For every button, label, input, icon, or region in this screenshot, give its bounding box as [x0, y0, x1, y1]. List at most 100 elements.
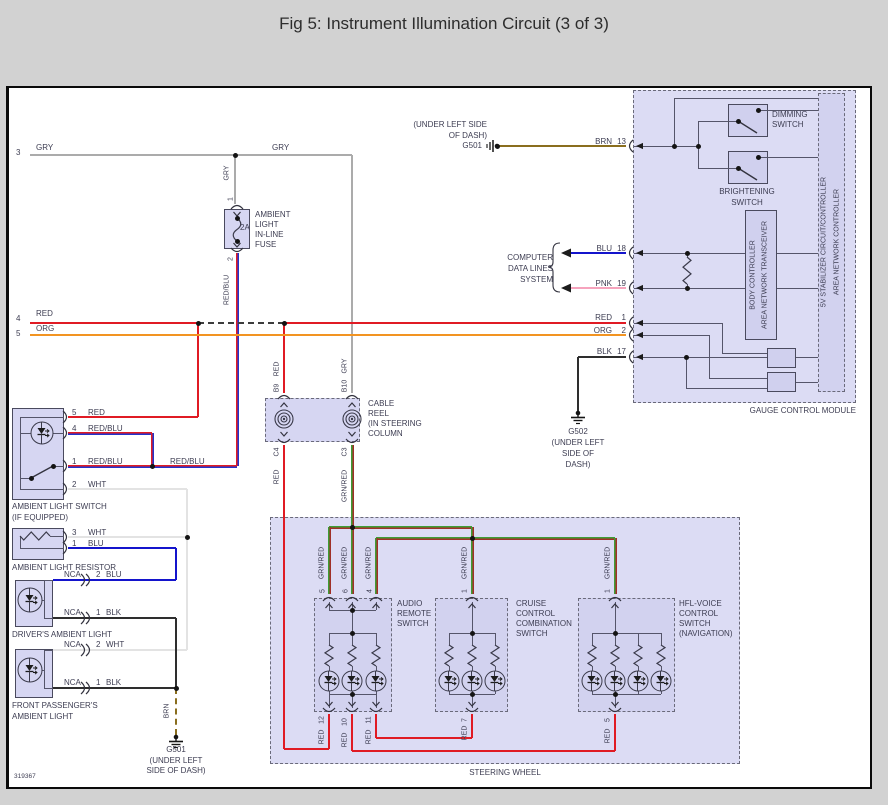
- label-cruise_switch-name3: COMBINATION: [516, 620, 572, 628]
- label-ambient_switch-pin1_wire: RED/BLU: [170, 458, 205, 466]
- label-fuse-rating: 2A: [240, 224, 250, 232]
- connector-arc-icon: [630, 329, 634, 341]
- led-icon: [651, 671, 671, 691]
- connector-arc-icon: [86, 682, 90, 694]
- junction-dot: [470, 536, 475, 541]
- label-module-bri2: SWITCH: [731, 199, 763, 207]
- label-audio_switch-name2: REMOTE: [397, 610, 431, 618]
- label-g502-name: G502: [568, 428, 588, 436]
- junction-dot: [350, 631, 355, 636]
- junction-dot: [685, 251, 690, 256]
- label-g501_top-loc2: OF DASH): [449, 132, 487, 140]
- junction-dot: [51, 464, 56, 469]
- label-audio_switch-p10: 10: [341, 718, 348, 726]
- connector-arc-icon: [231, 248, 243, 252]
- arrow-icon: [612, 702, 619, 706]
- connector-arc-icon: [63, 427, 67, 439]
- label-ambient_switch-name2: (IF EQUIPPED): [12, 514, 68, 522]
- label-hfl_switch-p1: 1: [604, 589, 611, 593]
- label-fuse-wire_bottom: RED/BLU: [223, 275, 230, 305]
- label-fuse-name3: IN-LINE: [255, 231, 283, 239]
- label-ambient_resistor-pin3: 3: [72, 529, 76, 537]
- label-audio_switch-w5: GRN/RED: [318, 547, 325, 579]
- label-module-dim1: DIMMING: [772, 111, 808, 119]
- label-ambient_switch-name1: AMBIENT LIGHT SWITCH: [12, 503, 107, 511]
- label-steering-name: STEERING WHEEL: [469, 769, 541, 777]
- label-sheet_number: 319367: [14, 774, 36, 781]
- connector-arc-icon: [81, 644, 85, 656]
- led-icon: [582, 671, 602, 691]
- connector-arc-icon: [346, 439, 358, 443]
- arrow-icon: [469, 604, 476, 608]
- connector-arc-icon: [63, 483, 67, 495]
- connector-arc-icon: [81, 574, 85, 586]
- junction-dot: [350, 692, 355, 697]
- label-hfl_switch-p5: 5: [604, 718, 611, 722]
- label-fuse-pin1: 1: [227, 197, 234, 201]
- connector-arc-icon: [630, 282, 634, 294]
- coil-spiral-icon: [343, 410, 361, 428]
- label-passenger_light-name1: FRONT PASSENGER'S: [12, 702, 98, 710]
- junction-dot: [470, 692, 475, 697]
- label-hfl_switch-name4: (NAVIGATION): [679, 630, 732, 638]
- label-passenger_light-name2: AMBIENT LIGHT: [12, 713, 73, 721]
- label-cable_reel-c3: C3: [341, 448, 348, 457]
- connector-arc-icon: [346, 598, 358, 602]
- label-module_pins-red: RED: [595, 314, 612, 322]
- connector-arc-icon: [63, 542, 67, 554]
- label-ambient_switch-pin5_color: RED: [88, 409, 105, 417]
- label-ambient_switch-pin5: 5: [72, 409, 76, 417]
- label-cable_reel-name2: REEL: [368, 410, 389, 418]
- resistor-icon: [325, 645, 333, 666]
- arrow-icon: [326, 702, 333, 706]
- label-module_pins-org: ORG: [594, 327, 612, 335]
- label-cruise_switch-name4: SWITCH: [516, 630, 548, 638]
- connector-arc-icon: [86, 574, 90, 586]
- label-driver_light-nca_b: NCA: [64, 609, 81, 617]
- label-passenger_light-pin1: 1: [96, 679, 100, 687]
- label-cable_reel-name1: CABLE: [368, 400, 394, 408]
- connector-arc-icon: [86, 612, 90, 624]
- led-icon: [366, 671, 386, 691]
- label-g502-loc2: SIDE OF: [562, 450, 594, 458]
- ground-icon: [571, 411, 585, 424]
- label-module-ant: AREA NETWORK TRANSCEIVER: [761, 221, 768, 329]
- label-audio_switch-p4: 4: [366, 589, 373, 593]
- label-module_pins-pin17: 17: [617, 348, 626, 356]
- connector-arc-icon: [81, 682, 85, 694]
- led-icon: [18, 658, 42, 682]
- connector-arc-icon: [630, 140, 634, 152]
- label-cruise_switch-name2: CONTROL: [516, 610, 555, 618]
- junction-dot: [495, 144, 500, 149]
- label-g501_top-name: G501: [462, 142, 482, 150]
- label-driver_light-name: DRIVER'S AMBIENT LIGHT: [12, 631, 112, 639]
- resistor-icon: [468, 645, 476, 666]
- label-ambient_resistor-pin1_color: BLU: [88, 540, 104, 548]
- label-audio_switch-w11: RED: [365, 730, 372, 745]
- connector-arc-icon: [81, 612, 85, 624]
- label-fuse-wire_top: GRY: [223, 165, 230, 180]
- junction-dot: [696, 144, 701, 149]
- resistor-icon: [683, 257, 691, 284]
- junction-dot: [613, 631, 618, 636]
- label-g501_top-wire: BRN: [595, 138, 612, 146]
- junction-dot: [736, 119, 741, 124]
- junction-dot: [684, 355, 689, 360]
- arrow-icon: [349, 432, 356, 436]
- label-driver_light-pin1: 1: [96, 609, 100, 617]
- label-power_rows-row3_gry_left: GRY: [36, 144, 53, 152]
- arrow-icon: [349, 702, 356, 706]
- led-icon: [628, 671, 648, 691]
- junction-dot: [235, 216, 240, 221]
- junction-dot: [150, 464, 155, 469]
- label-cruise_switch-name1: CRUISE: [516, 600, 546, 608]
- label-cable_reel-c4: C4: [273, 448, 280, 457]
- arrow-icon: [326, 604, 333, 608]
- label-cable_reel-c3_color: GRN/RED: [341, 470, 348, 502]
- label-data_lines-pnk: PNK: [596, 280, 612, 288]
- arrow-icon: [636, 332, 643, 338]
- led-icon: [18, 588, 42, 612]
- arrow-icon: [636, 320, 643, 326]
- label-cable_reel-b9: B9: [273, 384, 280, 393]
- junction-dot: [282, 321, 287, 326]
